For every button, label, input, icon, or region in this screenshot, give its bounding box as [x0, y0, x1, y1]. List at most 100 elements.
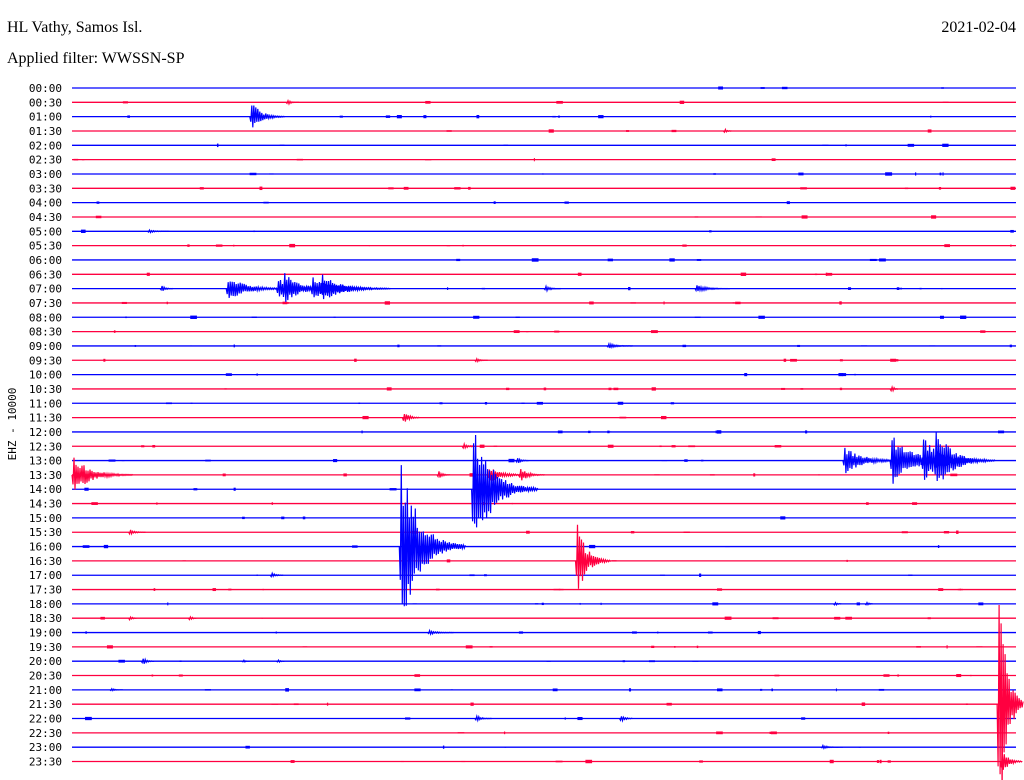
row-time-label: 12:30	[29, 440, 62, 453]
row-time-label: 07:00	[29, 283, 62, 296]
noise-blip	[504, 746, 507, 748]
noise-blip	[91, 502, 98, 505]
noise-blip	[256, 373, 258, 376]
noise-blip	[518, 631, 524, 634]
noise-blip	[151, 674, 154, 677]
noise-blip	[800, 388, 804, 390]
seismic-event	[474, 713, 492, 723]
noise-blip	[414, 688, 421, 692]
noise-blip	[481, 287, 486, 290]
noise-blip	[717, 588, 723, 591]
row-time-label: 15:30	[29, 526, 62, 539]
noise-blip	[911, 718, 918, 720]
noise-blip	[716, 731, 723, 735]
noise-blip	[187, 244, 190, 247]
noise-blip	[825, 272, 828, 276]
noise-blip	[709, 230, 712, 233]
seismic-event	[606, 341, 633, 349]
noise-blip	[879, 258, 886, 262]
noise-blip	[484, 574, 487, 577]
noise-blip	[956, 530, 959, 534]
noise-blip	[657, 631, 659, 634]
noise-blip	[774, 445, 782, 448]
noise-blip	[632, 631, 637, 634]
noise-blip	[848, 287, 852, 290]
noise-blip	[352, 545, 358, 548]
noise-blip	[589, 301, 594, 305]
seismic-event	[401, 414, 420, 422]
row-time-label: 16:00	[29, 541, 62, 554]
row-time-label: 18:00	[29, 598, 62, 611]
row-time-label: 23:00	[29, 741, 62, 754]
noise-blip	[916, 646, 921, 648]
noise-blip	[396, 115, 402, 119]
seismic-event	[722, 127, 732, 134]
noise-blip	[699, 760, 703, 763]
seismic-event	[276, 658, 285, 664]
row-time-label: 10:00	[29, 369, 62, 382]
noise-blip	[885, 172, 893, 176]
noise-blip	[943, 531, 950, 534]
seismic-event	[833, 601, 842, 606]
noise-blip	[927, 617, 931, 620]
noise-blip	[938, 588, 944, 591]
seismic-event	[147, 228, 170, 234]
noise-blip	[564, 201, 569, 204]
noise-blip	[536, 401, 543, 405]
noise-blip	[461, 760, 466, 763]
noise-blip	[780, 516, 786, 520]
seismic-event	[543, 284, 562, 293]
seismic-event	[249, 105, 286, 128]
row-time-label: 11:30	[29, 412, 62, 425]
noise-blip	[897, 674, 900, 677]
noise-blip	[760, 87, 765, 89]
noise-blip	[152, 444, 156, 448]
noise-blip	[302, 516, 306, 520]
row-time-label: 06:00	[29, 254, 62, 267]
row-time-label: 00:00	[29, 82, 62, 95]
noise-blip	[333, 459, 338, 463]
noise-blip	[446, 245, 451, 247]
noise-blip	[607, 444, 614, 448]
noise-blip	[939, 315, 944, 319]
noise-blip	[801, 215, 808, 219]
noise-blip	[628, 688, 632, 692]
noise-blip	[84, 487, 89, 491]
row-time-label: 09:00	[29, 340, 62, 353]
noise-blip	[648, 660, 655, 663]
noise-blip	[232, 244, 235, 247]
noise-blip	[179, 660, 182, 662]
noise-blip	[454, 187, 461, 190]
noise-blip	[861, 702, 866, 706]
seismic-event	[398, 465, 466, 607]
noise-blip	[245, 745, 250, 749]
noise-blip	[423, 115, 427, 119]
noise-blip	[692, 660, 699, 662]
noise-blip	[121, 460, 125, 462]
noise-blip	[368, 245, 370, 247]
seismic-event	[999, 752, 1023, 770]
row-time-label: 14:00	[29, 483, 62, 496]
noise-blip	[712, 602, 719, 606]
noise-blip	[1010, 186, 1016, 190]
noise-blip	[1010, 229, 1014, 233]
noise-blip	[901, 531, 908, 534]
noise-blip	[740, 272, 747, 276]
noise-blip	[190, 402, 193, 404]
row-time-label: 02:00	[29, 139, 62, 152]
noise-blip	[271, 703, 279, 705]
noise-blip	[661, 460, 668, 462]
row-time-label: 15:00	[29, 512, 62, 525]
noise-blip	[709, 474, 715, 476]
noise-blip	[515, 316, 520, 318]
noise-blip	[256, 574, 258, 576]
noise-blip	[465, 645, 473, 649]
seismic-event	[933, 432, 996, 482]
noise-blip	[526, 331, 529, 333]
noise-blip	[457, 732, 465, 734]
noise-blip	[619, 416, 627, 419]
noise-blip	[212, 588, 216, 592]
noise-blip	[829, 759, 834, 764]
seismic-event	[269, 571, 284, 578]
noise-blip	[818, 474, 820, 476]
